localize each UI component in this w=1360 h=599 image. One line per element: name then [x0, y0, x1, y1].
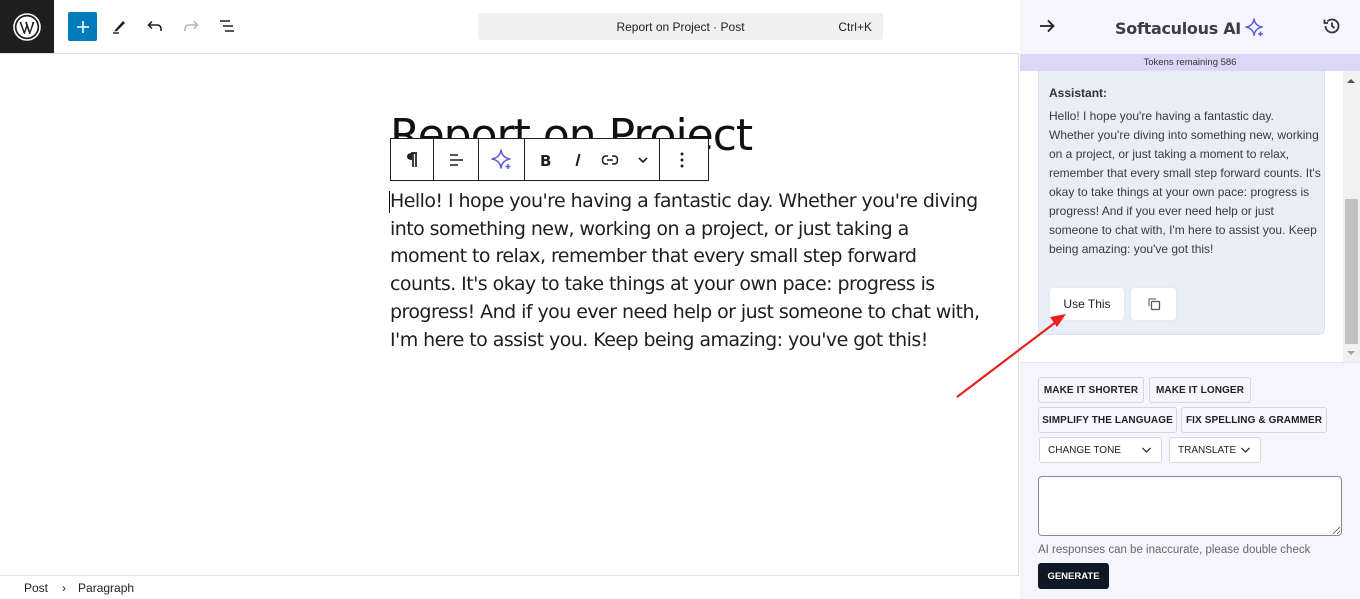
sidebar-title-text: Softaculous AI	[1115, 18, 1241, 38]
undo-button[interactable]	[140, 11, 170, 41]
chevron-down-icon	[1241, 447, 1250, 453]
pencil-icon	[113, 21, 125, 34]
block-options-button[interactable]	[660, 139, 704, 180]
scroll-down-arrow-icon[interactable]	[1347, 351, 1355, 355]
document-overview-button[interactable]	[212, 11, 242, 41]
link-icon	[601, 154, 619, 165]
chat-history: Assistant: Hello! I hope you're having a…	[1020, 71, 1360, 363]
bold-icon: B	[540, 152, 551, 168]
ai-disclaimer: AI responses can be inaccurate, please d…	[1038, 544, 1311, 556]
italic-icon	[575, 153, 581, 166]
text-caret	[389, 191, 390, 213]
format-group: B	[525, 139, 660, 180]
make-longer-button[interactable]: MAKE IT LONGER	[1149, 377, 1251, 403]
block-toolbar: B	[390, 138, 709, 181]
block-type-group	[391, 139, 434, 180]
assistant-message: Assistant: Hello! I hope you're having a…	[1038, 71, 1325, 335]
chat-scrollbar[interactable]	[1343, 71, 1360, 362]
editor-topbar: Report on Project · Post Ctrl+K	[0, 0, 1019, 54]
add-block-button[interactable]	[68, 12, 97, 41]
make-shorter-button[interactable]: MAKE IT SHORTER	[1038, 377, 1144, 403]
align-left-icon	[450, 153, 463, 166]
sidebar-title: Softaculous AI	[1020, 18, 1360, 38]
paragraph-block[interactable]: Hello! I hope you're having a fantastic …	[390, 188, 980, 354]
generate-button[interactable]: GENERATE	[1038, 563, 1109, 589]
align-group	[434, 139, 479, 180]
command-palette-bar[interactable]: Report on Project · Post Ctrl+K	[478, 13, 883, 40]
tools-button[interactable]	[104, 11, 134, 41]
copy-icon	[1147, 298, 1160, 311]
ai-group	[479, 139, 525, 180]
fix-spelling-button[interactable]: FIX SPELLING & GRAMMER	[1181, 407, 1327, 433]
scroll-thumb[interactable]	[1345, 199, 1358, 344]
options-group	[660, 139, 704, 180]
wordpress-logo-button[interactable]	[0, 0, 54, 53]
history-button[interactable]	[1322, 16, 1342, 36]
use-this-button[interactable]: Use This	[1049, 287, 1125, 321]
paragraph-type-button[interactable]	[391, 139, 433, 180]
change-tone-label: CHANGE TONE	[1048, 444, 1121, 456]
message-role: Assistant:	[1049, 86, 1108, 100]
chevron-down-icon	[1142, 447, 1151, 453]
document-title: Report on Project · Post	[616, 20, 745, 34]
prompt-input[interactable]	[1038, 476, 1342, 536]
more-rich-text-button[interactable]	[627, 139, 659, 180]
bold-button[interactable]: B	[525, 139, 563, 180]
link-button[interactable]	[593, 139, 627, 180]
list-view-icon	[220, 20, 234, 32]
command-shortcut: Ctrl+K	[838, 20, 872, 34]
redo-icon	[184, 20, 199, 31]
block-breadcrumb: Post › Paragraph	[0, 575, 1019, 599]
simplify-language-button[interactable]: SIMPLIFY THE LANGUAGE	[1038, 407, 1177, 433]
wordpress-icon	[13, 12, 41, 41]
translate-select[interactable]: TRANSLATE	[1169, 437, 1261, 463]
align-button[interactable]	[434, 139, 478, 180]
history-icon	[1323, 18, 1340, 34]
sidebar-header: Softaculous AI	[1020, 0, 1360, 54]
svg-text:B: B	[540, 152, 551, 168]
breadcrumb-post[interactable]: Post	[24, 581, 48, 595]
editor: Report on Project · Post Ctrl+K Report o…	[0, 0, 1019, 599]
pilcrow-icon	[407, 151, 417, 167]
plus-icon	[76, 20, 89, 33]
more-vertical-icon	[680, 152, 684, 167]
copy-button[interactable]	[1130, 287, 1177, 321]
scroll-up-arrow-icon[interactable]	[1347, 79, 1355, 83]
italic-button[interactable]	[563, 139, 593, 180]
sparkle-icon	[1245, 18, 1263, 37]
tokens-remaining: Tokens remaining 586	[1020, 54, 1360, 71]
chevron-down-icon	[638, 156, 648, 163]
redo-button[interactable]	[176, 11, 206, 41]
softaculous-ai-sidebar: Softaculous AI Tokens remaining 586 Assi…	[1020, 0, 1360, 599]
sparkle-icon	[490, 148, 511, 169]
message-text: Hello! I hope you're having a fantastic …	[1049, 109, 1321, 256]
ai-assist-button[interactable]	[479, 139, 524, 180]
editor-canvas: Report on Project Hello! I hope you're h…	[0, 54, 1019, 575]
translate-label: TRANSLATE	[1178, 444, 1237, 456]
undo-icon	[147, 20, 162, 31]
breadcrumb-separator: ›	[62, 580, 67, 595]
breadcrumb-paragraph[interactable]: Paragraph	[78, 581, 134, 595]
app: Report on Project · Post Ctrl+K Report o…	[0, 0, 1360, 599]
change-tone-select[interactable]: CHANGE TONE	[1039, 437, 1162, 463]
